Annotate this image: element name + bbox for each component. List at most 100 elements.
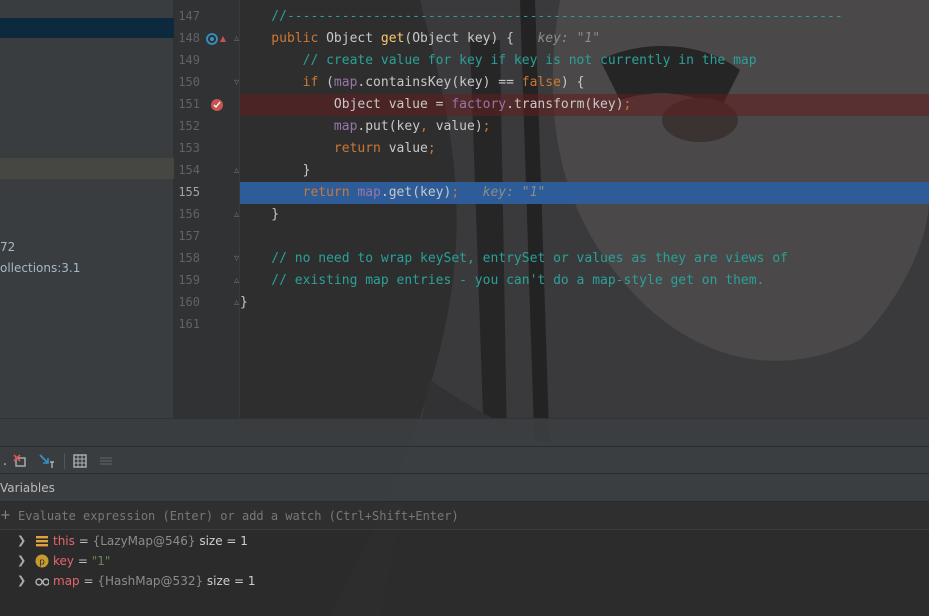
variable-text: this = {LazyMap@546} size = 1 — [53, 531, 248, 551]
line-number[interactable]: 147 — [174, 9, 200, 23]
variable-equals: = — [79, 574, 98, 588]
evaluate-expression-icon[interactable] — [71, 452, 89, 470]
fold-marker-icon[interactable]: ▵ — [234, 165, 239, 176]
parameter-icon: p — [35, 554, 49, 568]
variable-row[interactable]: ❯ map = {HashMap@532} size = 1 — [0, 571, 929, 591]
code-token: factory — [451, 97, 507, 112]
chevron-right-icon[interactable]: ❯ — [17, 531, 26, 551]
variable-row[interactable]: ❯ p key = "1" — [0, 551, 929, 571]
line-number[interactable]: 148 — [174, 31, 200, 45]
project-tree-item-label[interactable]: 72 — [0, 240, 15, 254]
code-token: Object — [326, 31, 381, 46]
run-to-cursor-icon[interactable] — [38, 452, 56, 470]
line-number[interactable]: 161 — [174, 317, 200, 331]
debug-tabs-bar — [0, 418, 929, 446]
field-icon — [36, 536, 48, 547]
editor-gutter[interactable]: 147 148 ▵ 149 150 ▿ 151 152 153 154 ▵ 155 156 ▵ 157 158… — [174, 0, 240, 418]
execution-point-line[interactable]: return map.get(key); key: "1" — [240, 182, 929, 204]
project-tree-item-label[interactable]: ollections:3.1 — [0, 261, 80, 275]
chevron-right-icon[interactable]: ❯ — [17, 551, 26, 571]
code-line[interactable]: map.put(key, value); — [240, 116, 929, 138]
fold-marker-icon[interactable]: ▵ — [234, 275, 239, 286]
code-token: value) — [435, 119, 483, 134]
code-line[interactable]: } — [240, 160, 929, 182]
line-number[interactable]: 150 — [174, 75, 200, 89]
code-token: .put(key — [357, 119, 421, 134]
project-tree-selected-row[interactable] — [0, 18, 174, 38]
code-line[interactable]: public Object get(Object key) { key: "1" — [240, 28, 929, 50]
code-line[interactable]: // create value for key if key is not cu… — [240, 50, 929, 72]
line-number[interactable]: 158 — [174, 251, 200, 265]
code-line[interactable]: //--------------------------------------… — [240, 6, 929, 28]
code-token: (Object key) { — [404, 31, 538, 46]
variable-text: map = {HashMap@532} size = 1 — [53, 571, 256, 591]
inline-debug-value: key: "1" — [537, 31, 601, 46]
code-token: map — [333, 119, 358, 134]
code-token: } — [240, 207, 280, 222]
breakpoint-icon[interactable] — [210, 98, 224, 112]
line-number[interactable]: 152 — [174, 119, 200, 133]
evaluate-expression-input[interactable]: Evaluate expression (Enter) or add a wat… — [18, 509, 459, 523]
code-line[interactable]: return value; — [240, 138, 929, 160]
line-number[interactable]: 155 — [174, 185, 200, 199]
code-line[interactable]: } — [240, 292, 929, 314]
svg-text:p: p — [39, 558, 45, 568]
code-line[interactable] — [240, 314, 929, 336]
variable-equals: = — [74, 534, 93, 548]
project-panel: 72 ollections:3.1 — [0, 0, 174, 418]
project-tree-highlight-row[interactable] — [0, 158, 174, 179]
code-token: ) { — [560, 75, 585, 90]
line-number[interactable]: 151 — [174, 97, 200, 111]
code-line[interactable]: if (map.containsKey(key) == false) { — [240, 72, 929, 94]
inline-debug-value: key: "1" — [482, 185, 546, 200]
code-token: get — [380, 31, 405, 46]
line-number[interactable]: 156 — [174, 207, 200, 221]
code-line[interactable]: // existing map entries - you can't do a… — [240, 270, 929, 292]
line-number[interactable]: 157 — [174, 229, 200, 243]
variable-text: key = "1" — [53, 551, 110, 571]
code-token: } — [240, 295, 248, 310]
fold-marker-icon[interactable]: ▵ — [234, 209, 239, 220]
add-watch-icon[interactable]: + — [0, 508, 12, 523]
code-token: ; — [427, 141, 436, 156]
code-token: //--------------------------------------… — [240, 9, 843, 24]
variable-equals: = — [74, 554, 92, 568]
override-method-icon[interactable] — [206, 32, 228, 46]
code-line[interactable]: } — [240, 204, 929, 226]
variable-row[interactable]: ❯ this = {LazyMap@546} size = 1 — [0, 531, 929, 551]
drop-frame-icon[interactable] — [12, 452, 30, 470]
watch-glasses-icon — [35, 578, 49, 586]
fold-marker-icon[interactable]: ▿ — [234, 253, 239, 264]
code-line[interactable]: // no need to wrap keySet, entrySet or v… — [240, 248, 929, 270]
fold-marker-icon[interactable]: ▵ — [234, 297, 239, 308]
fold-marker-icon[interactable]: ▿ — [234, 77, 239, 88]
line-number[interactable]: 149 — [174, 53, 200, 67]
code-editor[interactable]: //--------------------------------------… — [240, 0, 929, 418]
code-token: .get(key) — [380, 185, 452, 200]
variable-value: "1" — [91, 554, 111, 568]
trace-stream-icon[interactable] — [97, 452, 115, 470]
fold-marker-icon[interactable]: ▵ — [234, 33, 239, 44]
code-token: // create value for key if key is not cu… — [240, 53, 757, 68]
code-line[interactable] — [240, 226, 929, 248]
variable-size: size = 1 — [203, 574, 256, 588]
line-number[interactable]: 160 — [174, 295, 200, 309]
code-token: ; — [451, 185, 483, 200]
variable-size: size = 1 — [195, 534, 248, 548]
breakpoint-line[interactable]: Object value = factory.transform(key); — [240, 94, 929, 116]
line-number[interactable]: 153 — [174, 141, 200, 155]
code-token: , — [420, 119, 436, 134]
variable-name: this — [53, 534, 75, 548]
line-number[interactable]: 159 — [174, 273, 200, 287]
variables-title: Variables — [0, 481, 55, 495]
evaluate-expression-row[interactable]: + Evaluate expression (Enter) or add a w… — [0, 502, 929, 530]
line-number[interactable]: 154 — [174, 163, 200, 177]
variable-type: {HashMap@532} — [97, 574, 204, 588]
debug-toolbar: . — [0, 446, 929, 474]
code-token: return — [240, 185, 358, 200]
chevron-right-icon[interactable]: ❯ — [17, 571, 26, 591]
code-token: .transform(key) — [506, 97, 624, 112]
code-token: // existing map entries - you can't do a… — [240, 273, 765, 288]
variables-panel: + Evaluate expression (Enter) or add a w… — [0, 502, 929, 616]
